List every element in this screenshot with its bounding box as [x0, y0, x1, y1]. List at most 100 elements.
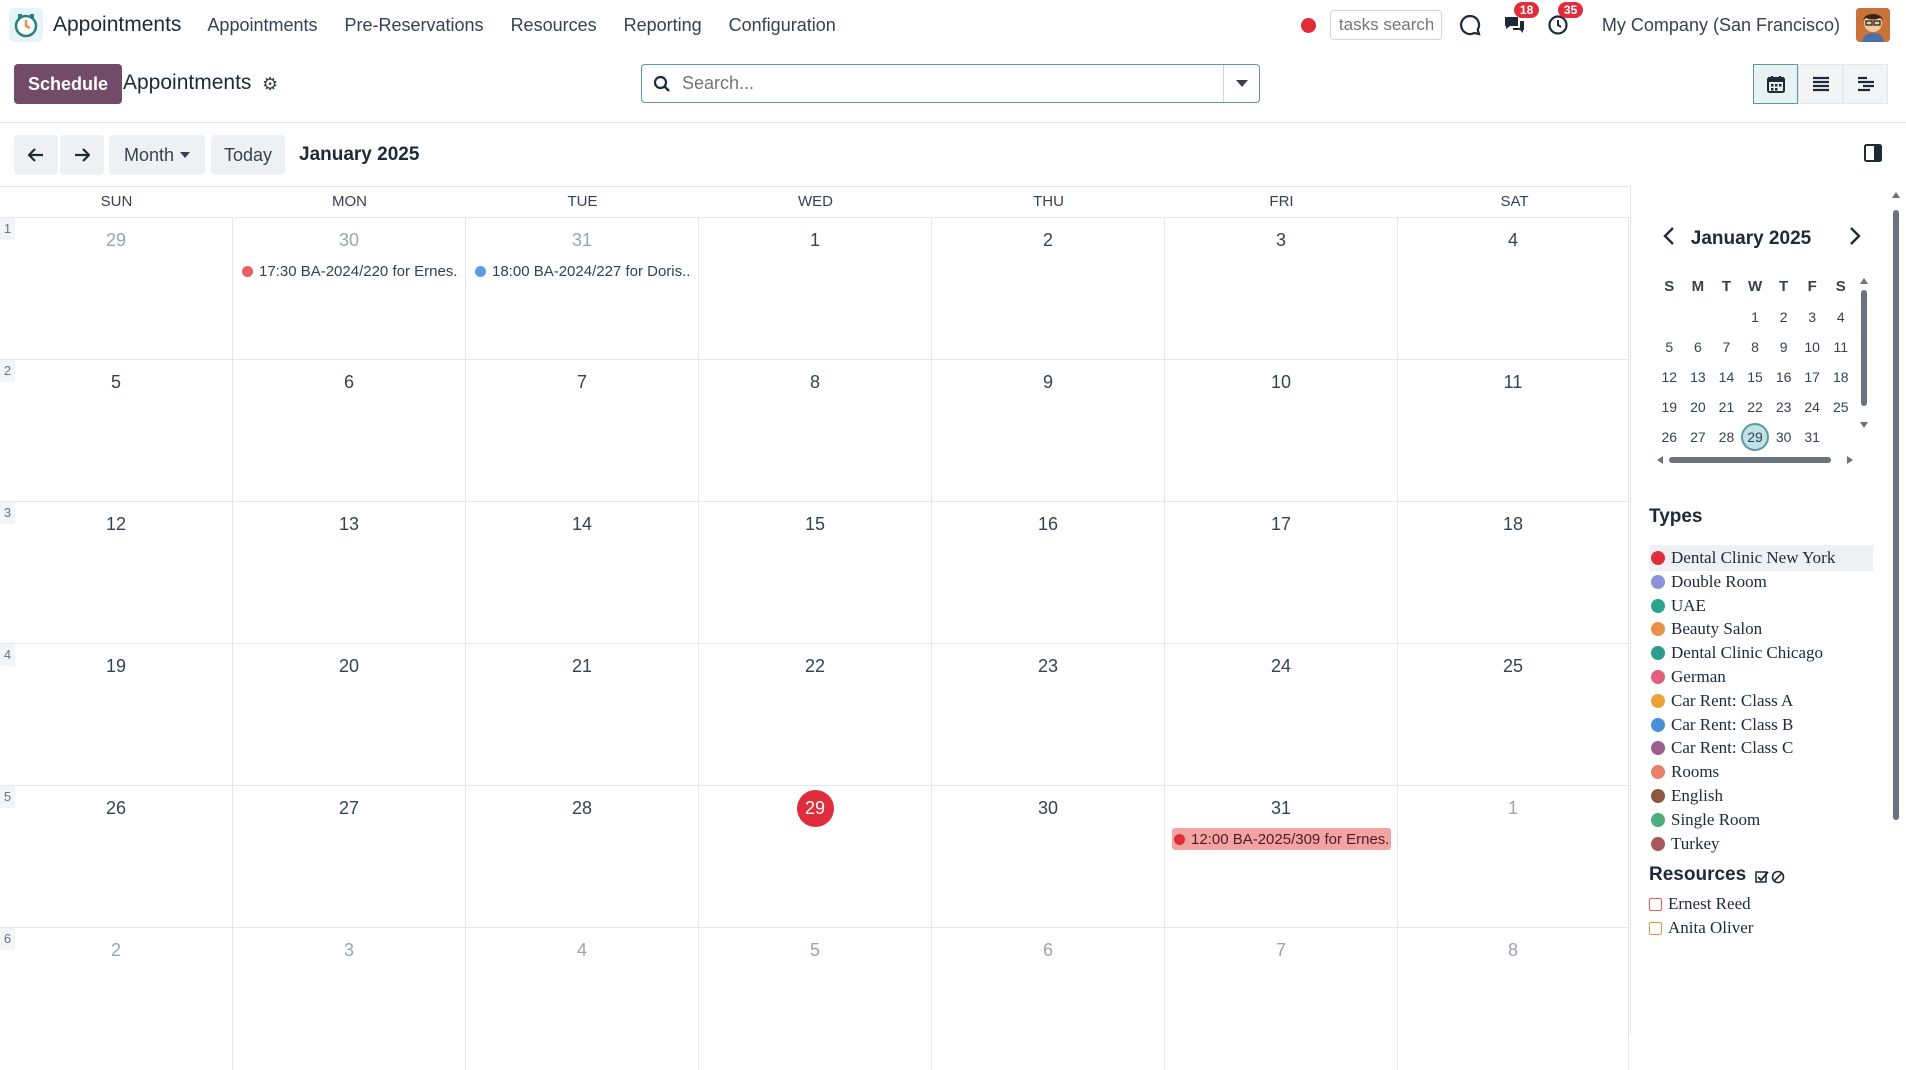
day-number[interactable]: 26	[0, 798, 232, 819]
schedule-button[interactable]: Schedule	[14, 64, 123, 104]
day-cell[interactable]: 11	[1398, 360, 1629, 502]
day-cell[interactable]: 24	[1165, 644, 1398, 786]
previous-period-button[interactable]	[14, 135, 58, 175]
sidebar-toggle-icon[interactable]	[1864, 144, 1882, 167]
day-number[interactable]: 4	[1398, 230, 1628, 251]
mini-calendar-horizontal-scrollbar[interactable]	[1655, 450, 1855, 464]
mini-day[interactable]: 26	[1655, 422, 1684, 452]
search-bar[interactable]	[641, 64, 1260, 103]
mini-day[interactable]: 8	[1741, 332, 1770, 362]
day-cell[interactable]: 20	[233, 644, 466, 786]
day-cell[interactable]: 5	[699, 928, 932, 1070]
day-cell[interactable]: 2	[0, 928, 233, 1070]
resource-checkbox[interactable]	[1649, 897, 1662, 911]
mini-day[interactable]: 28	[1712, 422, 1741, 452]
day-number[interactable]: 12	[0, 514, 232, 535]
calendar-event[interactable]: 18:00 BA-2024/227 for Doris...	[473, 260, 692, 282]
sidebar-scrollbar[interactable]	[1890, 190, 1902, 834]
day-cell[interactable]: 29	[699, 786, 932, 928]
day-cell[interactable]: 31 18:00 BA-2024/227 for Doris...	[466, 218, 699, 360]
day-cell[interactable]: 6	[932, 928, 1165, 1070]
day-cell[interactable]: 22	[699, 644, 932, 786]
mini-next-month-icon[interactable]	[1849, 226, 1861, 252]
day-cell[interactable]: 23	[932, 644, 1165, 786]
day-cell[interactable]: 15	[699, 502, 932, 644]
type-filter-item[interactable]: Dental Clinic New York	[1649, 545, 1873, 571]
day-number[interactable]: 23	[932, 656, 1164, 677]
day-number[interactable]: 10	[1165, 372, 1397, 393]
day-cell[interactable]: 27	[233, 786, 466, 928]
day-cell[interactable]: 7	[466, 360, 699, 502]
day-cell[interactable]: 3	[233, 928, 466, 1070]
menu-pre-reservations[interactable]: Pre-Reservations	[345, 15, 484, 36]
mini-day[interactable]: 22	[1741, 392, 1770, 422]
search-input[interactable]	[682, 73, 1223, 94]
mini-day[interactable]: 10	[1798, 332, 1827, 362]
day-number[interactable]: 14	[466, 514, 698, 535]
day-cell[interactable]: 31 12:00 BA-2025/309 for Ernes...	[1165, 786, 1398, 928]
day-number[interactable]: 16	[932, 514, 1164, 535]
day-number[interactable]: 27	[233, 798, 465, 819]
day-cell[interactable]: 1	[1398, 786, 1629, 928]
day-cell[interactable]: 4	[1398, 218, 1629, 360]
mini-day[interactable]: 3	[1798, 302, 1827, 332]
day-number[interactable]: 2	[0, 940, 232, 961]
mini-day[interactable]: 7	[1712, 332, 1741, 362]
mini-day[interactable]: 29	[1741, 422, 1770, 452]
day-number[interactable]: 24	[1165, 656, 1397, 677]
day-cell[interactable]: 12	[0, 502, 233, 644]
day-number[interactable]: 7	[1165, 940, 1397, 961]
day-cell[interactable]: 4	[466, 928, 699, 1070]
day-number[interactable]: 5	[0, 372, 232, 393]
type-filter-item[interactable]: English	[1649, 783, 1873, 809]
mini-day[interactable]: 13	[1684, 362, 1713, 392]
day-number[interactable]: 30	[932, 798, 1164, 819]
mini-day[interactable]: 30	[1769, 422, 1798, 452]
mini-day[interactable]: 16	[1769, 362, 1798, 392]
mini-day[interactable]: 15	[1741, 362, 1770, 392]
mini-day[interactable]: 24	[1798, 392, 1827, 422]
mini-day[interactable]: 19	[1655, 392, 1684, 422]
day-cell[interactable]: 10	[1165, 360, 1398, 502]
mini-day[interactable]: 6	[1684, 332, 1713, 362]
day-number[interactable]: 8	[699, 372, 931, 393]
day-number[interactable]: 11	[1398, 372, 1628, 393]
day-cell[interactable]: 2	[932, 218, 1165, 360]
day-cell[interactable]: 16	[932, 502, 1165, 644]
menu-resources[interactable]: Resources	[511, 15, 597, 36]
app-name[interactable]: Appointments	[53, 13, 181, 37]
calendar-view-button[interactable]	[1753, 64, 1798, 104]
day-cell[interactable]: 17	[1165, 502, 1398, 644]
day-cell[interactable]: 21	[466, 644, 699, 786]
resource-checkbox[interactable]	[1649, 921, 1662, 935]
mini-day[interactable]: 4	[1826, 302, 1855, 332]
calendar-event[interactable]: 17:30 BA-2024/220 for Ernes...	[240, 260, 459, 282]
calendar-event[interactable]: 12:00 BA-2025/309 for Ernes...	[1172, 828, 1391, 850]
type-filter-item[interactable]: Double Room	[1649, 569, 1873, 595]
day-cell[interactable]: 18	[1398, 502, 1629, 644]
day-number[interactable]: 25	[1398, 656, 1628, 677]
mini-day[interactable]: 20	[1684, 392, 1713, 422]
mini-day[interactable]: 9	[1769, 332, 1798, 362]
day-cell[interactable]: 19	[0, 644, 233, 786]
search-options-toggle[interactable]	[1223, 65, 1259, 102]
mini-day[interactable]: 27	[1684, 422, 1713, 452]
day-number[interactable]: 17	[1165, 514, 1397, 535]
type-filter-item[interactable]: Car Rent: Class A	[1649, 688, 1873, 714]
type-filter-item[interactable]: Beauty Salon	[1649, 616, 1873, 642]
mini-day[interactable]: 14	[1712, 362, 1741, 392]
resource-filter-item[interactable]: Ernest Reed	[1649, 892, 1751, 916]
mini-day[interactable]: 17	[1798, 362, 1827, 392]
day-cell[interactable]: 30	[932, 786, 1165, 928]
day-number[interactable]: 31	[466, 230, 698, 251]
mini-day[interactable]: 2	[1769, 302, 1798, 332]
day-cell[interactable]: 30 17:30 BA-2024/220 for Ernes...	[233, 218, 466, 360]
activities-clock-icon[interactable]: 35	[1544, 2, 1584, 39]
list-view-button[interactable]	[1798, 64, 1843, 104]
day-cell[interactable]: 8	[699, 360, 932, 502]
app-logo-icon[interactable]	[9, 8, 43, 42]
day-number[interactable]: 6	[932, 940, 1164, 961]
day-number[interactable]: 4	[466, 940, 698, 961]
day-number[interactable]: 1	[1398, 798, 1628, 819]
select-all-resources-icon[interactable]	[1755, 869, 1769, 889]
